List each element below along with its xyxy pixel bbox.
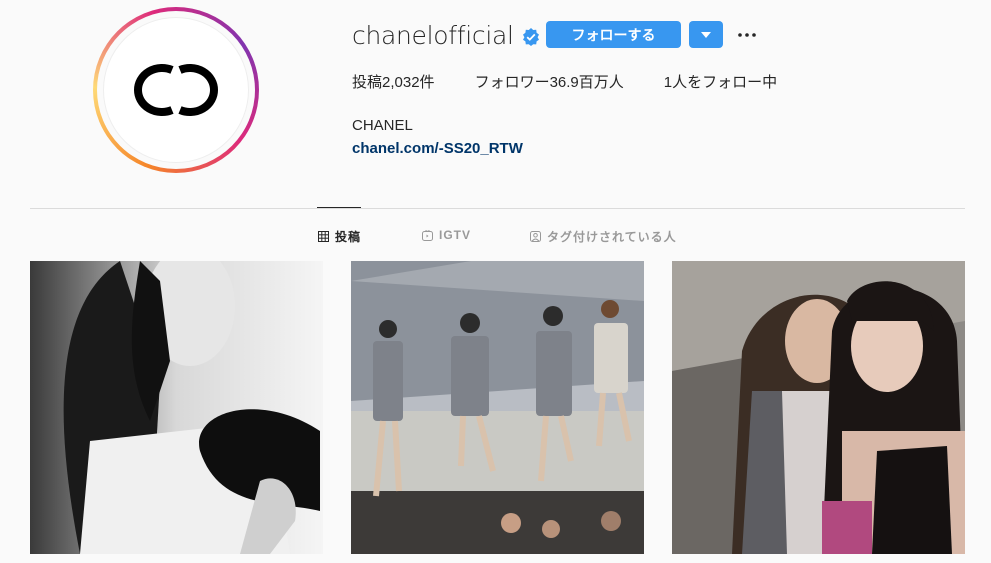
follow-dropdown-button[interactable] bbox=[689, 21, 723, 48]
avatar-gap bbox=[97, 11, 255, 169]
profile-full-name: CHANEL bbox=[352, 117, 413, 134]
tab-posts-label: 投稿 bbox=[335, 230, 362, 244]
followers-label: フォロワー bbox=[474, 74, 550, 91]
verified-badge-icon bbox=[522, 28, 539, 46]
tab-igtv[interactable]: IGTV bbox=[422, 228, 471, 242]
profile-website-link[interactable]: chanel.com/-SS20_RTW bbox=[352, 139, 523, 159]
tagged-icon bbox=[530, 231, 541, 242]
profile-avatar-ring[interactable] bbox=[93, 7, 259, 173]
following-count[interactable]: 1人をフォロー中 bbox=[664, 73, 777, 93]
tab-tagged[interactable]: タグ付けされている人 bbox=[530, 228, 677, 245]
posts-count: 投稿2,032件 bbox=[352, 73, 435, 93]
photo-two-women bbox=[672, 261, 965, 554]
photo-runway bbox=[351, 261, 644, 554]
followers-count[interactable]: フォロワー36.9百万人 bbox=[475, 73, 624, 93]
post-thumbnail[interactable] bbox=[30, 261, 323, 554]
photo-bw-portrait bbox=[30, 261, 323, 554]
tabs-divider bbox=[30, 208, 965, 209]
tab-igtv-label: IGTV bbox=[439, 228, 472, 242]
posts-label: 投稿 bbox=[352, 74, 383, 91]
username-row: chanelofficial bbox=[352, 20, 540, 52]
followers-value: 36.9百万人 bbox=[549, 74, 624, 91]
posts-value: 2,032件 bbox=[382, 74, 435, 91]
grid-icon bbox=[318, 231, 329, 242]
tab-posts[interactable]: 投稿 bbox=[318, 228, 361, 245]
more-horizontal-icon bbox=[738, 32, 756, 37]
username: chanelofficial bbox=[352, 21, 514, 50]
follow-button[interactable]: フォローする bbox=[546, 21, 681, 48]
more-options-button[interactable] bbox=[735, 21, 759, 48]
following-value: 1人をフォロー中 bbox=[663, 74, 778, 91]
post-thumbnail[interactable] bbox=[672, 261, 965, 554]
tab-tagged-label: タグ付けされている人 bbox=[547, 230, 677, 244]
igtv-icon bbox=[422, 229, 433, 241]
active-tab-indicator bbox=[317, 207, 361, 208]
post-thumbnail[interactable] bbox=[351, 261, 644, 554]
caret-down-icon bbox=[701, 31, 711, 38]
profile-stats: 投稿2,032件 フォロワー36.9百万人 1人をフォロー中 bbox=[352, 73, 817, 93]
chanel-logo-icon bbox=[134, 64, 218, 116]
avatar[interactable] bbox=[103, 17, 249, 163]
